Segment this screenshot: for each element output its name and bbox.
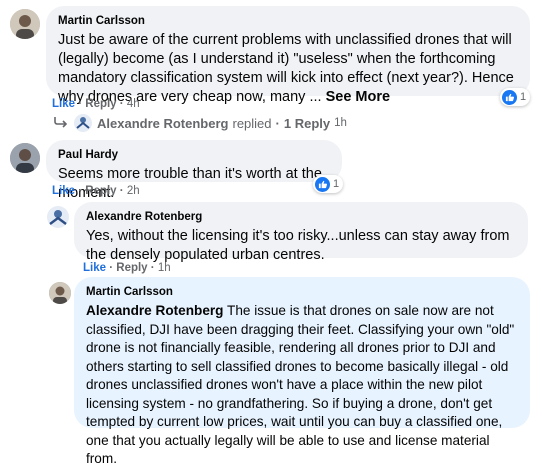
comment-actions: Like · Reply · 1h: [83, 262, 171, 274]
comment-author[interactable]: Martin Carlsson: [58, 14, 518, 29]
replier-name: Alexandre Rotenberg: [97, 115, 229, 131]
reaction-count[interactable]: 1: [500, 88, 531, 106]
reply-bubble: Martin Carlsson Alexandre Rotenberg The …: [74, 277, 530, 466]
comment-text: Just be aware of the current problems wi…: [58, 32, 514, 105]
reply-count: 1 Reply: [283, 115, 331, 131]
timestamp[interactable]: 2h: [127, 185, 140, 197]
like-button[interactable]: Like: [83, 262, 106, 274]
reply-button[interactable]: Reply: [116, 262, 147, 274]
like-button[interactable]: Like: [52, 98, 75, 110]
timestamp: 1h: [334, 117, 347, 129]
like-reaction-icon: [502, 89, 517, 105]
avatar[interactable]: [10, 143, 40, 173]
comment-text: Seems more trouble than it's worth at th…: [58, 166, 322, 201]
comment-bubble: Paul Hardy Seems more trouble than it's …: [46, 140, 342, 201]
avatar[interactable]: [47, 206, 69, 228]
comment-author[interactable]: Paul Hardy: [58, 148, 330, 163]
comment-author[interactable]: Alexandre Rotenberg: [86, 210, 516, 225]
view-replies-link[interactable]: Alexandre Rotenberg replied · 1 Reply 1h: [54, 114, 347, 132]
reply-bubble: Alexandre Rotenberg Yes, without the lic…: [74, 202, 528, 263]
comment-bubble: Martin Carlsson Just be aware of the cur…: [46, 6, 530, 105]
timestamp[interactable]: 1h: [158, 262, 171, 274]
comment-author[interactable]: Martin Carlsson: [86, 285, 518, 300]
reply-button[interactable]: Reply: [85, 98, 116, 110]
avatar: [74, 114, 92, 132]
avatar[interactable]: [10, 9, 40, 39]
comment-actions: Like · Reply · 2h: [52, 185, 140, 197]
like-button[interactable]: Like: [52, 185, 75, 197]
reaction-count[interactable]: 1: [313, 175, 344, 193]
comment-text: Alexandre Rotenberg The issue is that dr…: [86, 303, 515, 466]
comment-actions: Like · Reply · 4h: [52, 98, 140, 110]
see-more-link[interactable]: See More: [326, 89, 390, 105]
mention-link[interactable]: Alexandre Rotenberg: [86, 303, 223, 318]
timestamp[interactable]: 4h: [127, 98, 140, 110]
avatar[interactable]: [49, 282, 71, 304]
reply-button[interactable]: Reply: [85, 185, 116, 197]
reply-arrow-icon: [54, 116, 68, 131]
like-reaction-icon: [315, 176, 330, 192]
comment-text: Yes, without the licensing it's too risk…: [86, 228, 510, 263]
